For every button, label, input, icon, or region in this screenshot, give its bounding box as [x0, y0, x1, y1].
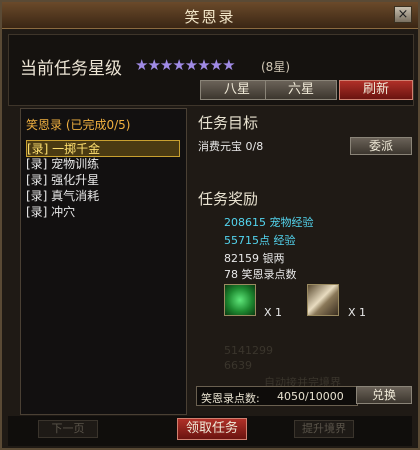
points-value: 4050/10000 [277, 390, 344, 403]
reward-item-1-qty: X 1 [264, 306, 283, 319]
claim-task-button[interactable]: 领取任务 [177, 418, 247, 440]
dialog-window: 笑恩录 × 当前任务星级 ★★★★★★★★ (8星) 八星 六星 刷新 笑恩录 … [0, 0, 420, 450]
six-star-button[interactable]: 六星 [265, 80, 337, 100]
close-icon: × [397, 7, 409, 22]
reward-item-scroll[interactable] [307, 284, 339, 316]
green-gem-icon [225, 285, 255, 315]
prev-page-button[interactable]: 下一页 [38, 420, 98, 438]
star-count: (8星) [261, 60, 290, 74]
improve-button[interactable]: 提升境界 [294, 420, 354, 438]
reward-pet-exp: 208615 宠物经验 [224, 216, 314, 229]
star-rating-icons: ★★★★★★★★ [135, 56, 236, 74]
title-bar[interactable]: 笑恩录 × [2, 2, 418, 29]
background-value-1: 5141299 [224, 344, 273, 357]
background-value-2: 6639 [224, 359, 252, 372]
reward-item-2-qty: X 1 [348, 306, 367, 319]
task-item-2[interactable]: [录] 宠物训练 [26, 156, 180, 173]
star-level-label: 当前任务星级 [20, 59, 122, 79]
task-list-title: 笑恩录 (已完成0/5) [26, 118, 131, 132]
reward-silver: 82159 银两 [224, 252, 285, 265]
window-title: 笑恩录 [184, 8, 236, 26]
reward-points: 78 笑恩录点数 [224, 268, 297, 281]
points-label: 笑恩录点数: [201, 392, 260, 405]
eight-star-button[interactable]: 八星 [200, 80, 274, 100]
scroll-icon [308, 285, 338, 315]
reward-item-green-gem[interactable] [224, 284, 256, 316]
reward-exp: 55715点 经验 [224, 234, 296, 247]
task-item-3[interactable]: [录] 强化升星 [26, 172, 180, 189]
task-item-4[interactable]: [录] 真气消耗 [26, 188, 180, 205]
reward-heading: 任务奖励 [198, 190, 259, 208]
assign-button[interactable]: 委派 [350, 137, 412, 155]
goal-heading: 任务目标 [198, 114, 259, 132]
refresh-button[interactable]: 刷新 [339, 80, 413, 100]
task-item-1[interactable]: [录] 一掷千金 [26, 140, 180, 157]
goal-text: 消费元宝 0/8 [198, 140, 264, 153]
task-item-5[interactable]: [录] 冲穴 [26, 204, 180, 221]
close-button[interactable]: × [394, 6, 412, 23]
exchange-button[interactable]: 兑换 [356, 386, 412, 404]
